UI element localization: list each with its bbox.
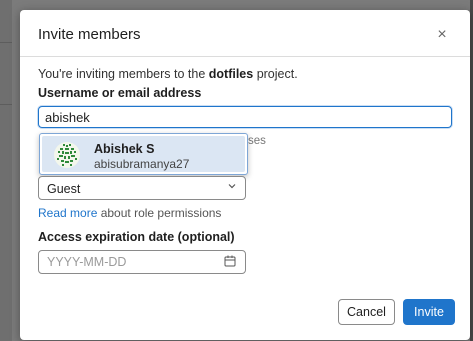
background-divider bbox=[0, 42, 12, 43]
username-label: Username or email address bbox=[38, 86, 202, 100]
invite-members-modal: Invite members × You're inviting members… bbox=[20, 10, 470, 340]
calendar-icon[interactable] bbox=[224, 255, 236, 267]
suggestion-username: abisubramanya27 bbox=[94, 157, 190, 171]
identicon-avatar-graphic bbox=[57, 144, 77, 166]
close-icon[interactable]: × bbox=[432, 25, 452, 45]
intro-suffix: project. bbox=[253, 67, 298, 81]
background-divider bbox=[0, 104, 12, 105]
expiration-date-input[interactable] bbox=[38, 250, 246, 274]
intro-prefix: You're inviting members to the bbox=[38, 67, 209, 81]
project-name: dotfiles bbox=[208, 67, 254, 81]
modal-header: Invite members × bbox=[38, 26, 456, 48]
intro-text: You're inviting members to the dotfiles … bbox=[38, 67, 298, 81]
hint-text-fragment: ses bbox=[248, 135, 266, 147]
role-selected-value: Guest bbox=[47, 182, 81, 196]
username-input[interactable] bbox=[38, 106, 452, 128]
suggestion-name: Abishek S bbox=[94, 142, 155, 156]
identicon-avatar bbox=[54, 142, 80, 168]
expiration-label: Access expiration date (optional) bbox=[38, 230, 235, 244]
background-sidebar bbox=[0, 0, 12, 341]
role-select[interactable]: Guest bbox=[38, 176, 246, 200]
modal-title: Invite members bbox=[38, 26, 141, 43]
header-divider bbox=[20, 56, 470, 57]
suggestion-item[interactable]: Abishek S abisubramanya27 bbox=[42, 136, 245, 172]
role-permissions-text: Read more about role permissions bbox=[38, 206, 221, 220]
chevron-down-icon bbox=[227, 181, 237, 194]
cancel-button[interactable]: Cancel bbox=[338, 299, 395, 325]
invite-button[interactable]: Invite bbox=[403, 299, 455, 325]
user-suggestion-dropdown: Abishek S abisubramanya27 bbox=[39, 133, 248, 175]
role-permissions-suffix: about role permissions bbox=[97, 206, 222, 220]
read-more-link[interactable]: Read more bbox=[38, 206, 97, 220]
